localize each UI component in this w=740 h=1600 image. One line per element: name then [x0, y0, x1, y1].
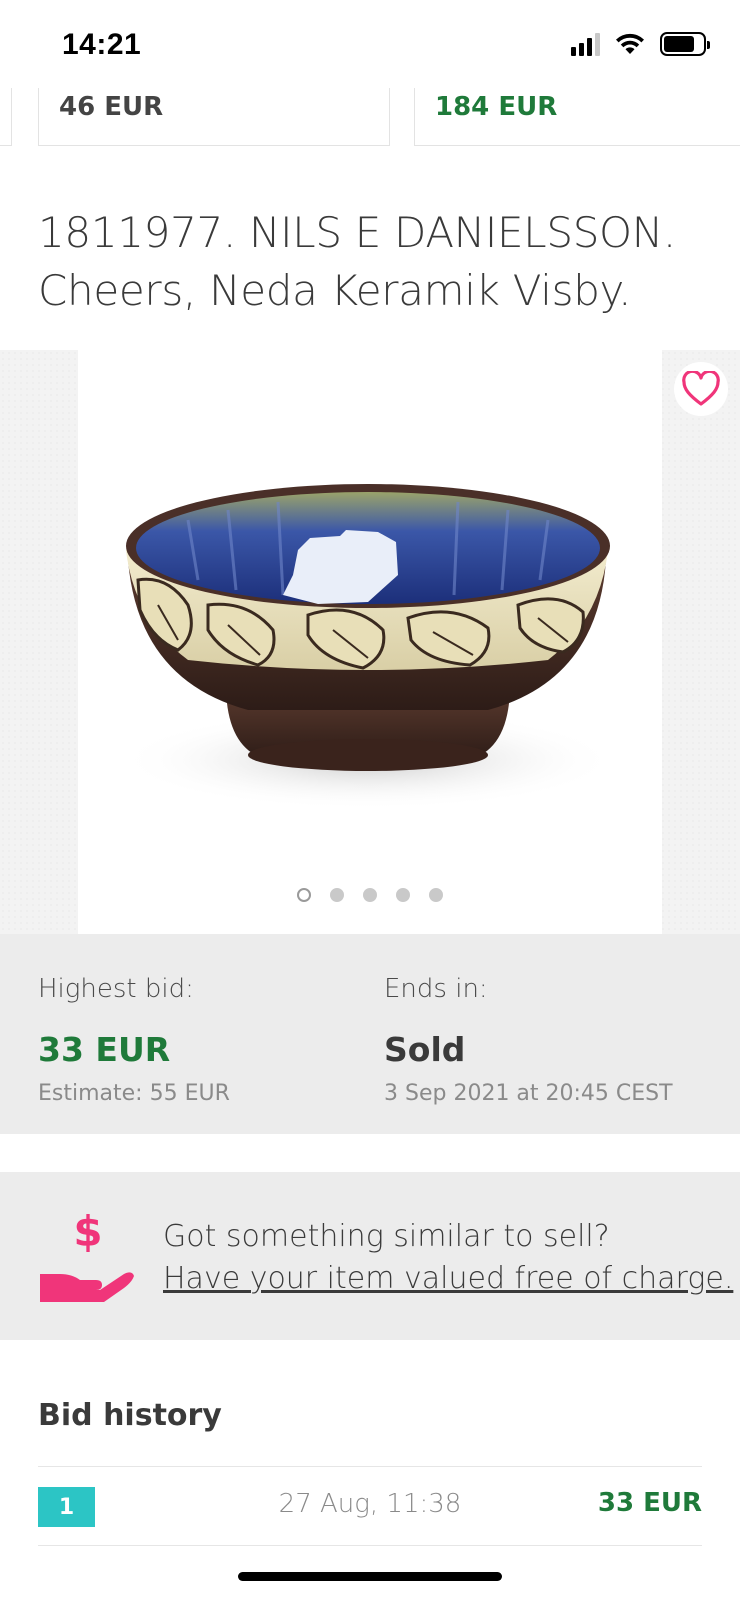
home-indicator[interactable]	[238, 1572, 502, 1581]
gallery-dot[interactable]	[330, 888, 344, 902]
heart-outline-icon	[682, 371, 720, 406]
gallery-pagination	[78, 888, 662, 902]
highest-bid-section: Highest bid: 33 EUR Estimate: 55 EUR	[38, 974, 230, 1106]
status-time: 14:21	[62, 28, 142, 61]
battery-icon	[660, 32, 710, 56]
image-gallery[interactable]	[0, 350, 740, 934]
highest-bid-label: Highest bid:	[38, 974, 194, 1004]
sell-similar-banner[interactable]: $ Got something similar to sell? Have yo…	[0, 1172, 740, 1340]
status-bar: 14:21	[0, 0, 740, 88]
ends-in-status: Sold	[384, 1030, 466, 1069]
gallery-dot[interactable]	[396, 888, 410, 902]
dollar-hand-icon: $	[40, 1208, 134, 1302]
status-icons	[571, 32, 710, 56]
sell-text: Got something similar to sell? Have your…	[163, 1216, 733, 1300]
related-item-card[interactable]	[0, 88, 12, 146]
estimate-text: Estimate: 55 EUR	[38, 1081, 230, 1106]
battery-level	[664, 36, 694, 52]
end-date-text: 3 Sep 2021 at 20:45 CEST	[384, 1081, 673, 1106]
valuation-link[interactable]: Have your item valued free of charge.	[163, 1258, 733, 1300]
bid-history-row: 1 27 Aug, 11:38 33 EUR	[38, 1466, 702, 1546]
related-item-price: 184 EUR	[435, 92, 558, 122]
gallery-main-image[interactable]	[78, 350, 662, 934]
ends-in-label: Ends in:	[384, 974, 488, 1004]
related-item-card[interactable]: 184 EUR	[414, 88, 740, 146]
related-item-price: 46 EUR	[59, 92, 164, 122]
bid-amount: 33 EUR	[597, 1488, 702, 1518]
related-items-carousel: 46 EUR 184 EUR	[0, 88, 740, 148]
favorite-button[interactable]	[674, 362, 728, 416]
highest-bid-value: 33 EUR	[38, 1030, 171, 1069]
ceramic-bowl-image	[118, 484, 618, 810]
sell-question: Got something similar to sell?	[163, 1219, 610, 1254]
bid-history-title: Bid history	[38, 1398, 222, 1433]
gallery-dot[interactable]	[363, 888, 377, 902]
svg-text:$: $	[73, 1208, 102, 1256]
bid-summary: Highest bid: 33 EUR Estimate: 55 EUR End…	[0, 934, 740, 1134]
gallery-dot[interactable]	[429, 888, 443, 902]
wifi-icon	[616, 33, 644, 54]
ends-in-section: Ends in: Sold 3 Sep 2021 at 20:45 CEST	[384, 974, 673, 1106]
item-title: 1811977. NILS E DANIELSSON. Cheers, Neda…	[38, 208, 676, 315]
related-item-card[interactable]: 46 EUR	[38, 88, 390, 146]
gallery-dot[interactable]	[297, 888, 311, 902]
cellular-signal-icon	[571, 32, 600, 56]
